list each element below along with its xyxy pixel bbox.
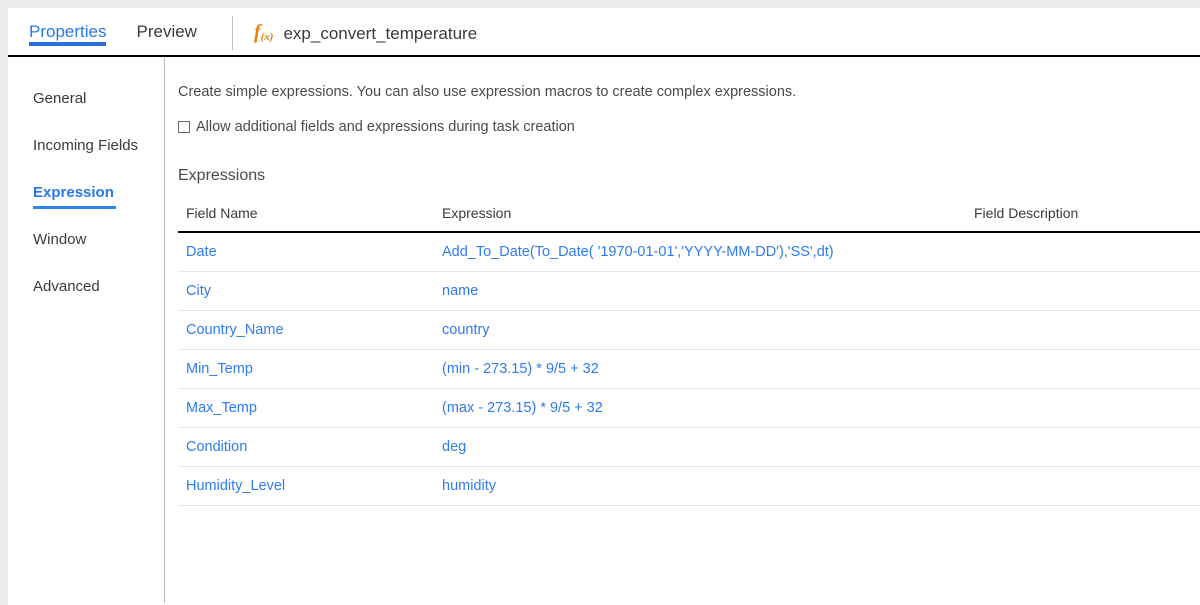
cell-field-name[interactable]: Date	[178, 232, 434, 272]
cell-field-name[interactable]: Max_Temp	[178, 388, 434, 428]
cell-field-name[interactable]: Country_Name	[178, 310, 434, 350]
sidebar-item-advanced[interactable]: Advanced	[33, 278, 100, 296]
cell-field-name[interactable]: City	[178, 271, 434, 311]
cell-field-description[interactable]	[966, 427, 1200, 467]
expressions-table-head: Field Name Expression Field Description	[178, 205, 1200, 233]
window-header: Properties Preview f(x) exp_convert_temp…	[8, 8, 1200, 57]
cell-expression[interactable]: name	[434, 271, 966, 311]
expressions-section-title: Expressions	[178, 167, 266, 184]
window-body: General Incoming Fields Expression Windo…	[8, 57, 1200, 603]
column-header-field-name[interactable]: Field Name	[178, 205, 434, 233]
fx-icon-sub: (x)	[260, 31, 274, 43]
cell-field-description[interactable]	[966, 271, 1200, 311]
sidebar-row-general: General	[8, 90, 164, 137]
sidebar-row-window: Window	[8, 231, 164, 278]
table-row[interactable]: Humidity_Level humidity	[178, 466, 1200, 506]
expressions-table-body: Date Add_To_Date(To_Date( '1970-01-01','…	[178, 232, 1200, 506]
tab-preview[interactable]: Preview	[136, 8, 196, 42]
cell-field-description[interactable]	[966, 466, 1200, 506]
cell-expression[interactable]: (max - 273.15) * 9/5 + 32	[434, 388, 966, 428]
sidebar-item-expression[interactable]: Expression	[33, 184, 116, 209]
table-row[interactable]: City name	[178, 271, 1200, 311]
table-row[interactable]: Country_Name country	[178, 310, 1200, 350]
sidebar-item-window[interactable]: Window	[33, 231, 86, 249]
function-fx-icon: f(x)	[254, 22, 274, 45]
allow-additional-fields-checkbox[interactable]	[178, 121, 190, 133]
table-header-row: Field Name Expression Field Description	[178, 205, 1200, 233]
transformation-title: f(x) exp_convert_temperature	[254, 8, 477, 45]
cell-field-name[interactable]: Min_Temp	[178, 349, 434, 389]
cell-field-name[interactable]: Humidity_Level	[178, 466, 434, 506]
table-row[interactable]: Max_Temp (max - 273.15) * 9/5 + 32	[178, 388, 1200, 428]
cell-expression[interactable]: country	[434, 310, 966, 350]
cell-expression[interactable]: deg	[434, 427, 966, 467]
sidebar-row-expression: Expression	[8, 184, 164, 231]
allow-additional-fields-row: Allow additional fields and expressions …	[178, 118, 1200, 136]
cell-expression[interactable]: humidity	[434, 466, 966, 506]
sidebar-item-general[interactable]: General	[33, 90, 86, 108]
cell-field-description[interactable]	[966, 349, 1200, 389]
tab-strip: Properties Preview f(x) exp_convert_temp…	[8, 8, 1200, 55]
settings-sidebar: General Incoming Fields Expression Windo…	[8, 57, 165, 603]
cell-field-description[interactable]	[966, 388, 1200, 428]
table-row[interactable]: Date Add_To_Date(To_Date( '1970-01-01','…	[178, 232, 1200, 272]
cell-field-description[interactable]	[966, 232, 1200, 272]
tab-properties[interactable]: Properties	[29, 8, 107, 46]
header-divider	[231, 16, 233, 50]
transformation-name: exp_convert_temperature	[283, 23, 478, 43]
cell-field-description[interactable]	[966, 310, 1200, 350]
expression-transformation-window: Properties Preview f(x) exp_convert_temp…	[8, 8, 1200, 605]
cell-expression[interactable]: Add_To_Date(To_Date( '1970-01-01','YYYY-…	[434, 232, 966, 272]
fx-icon-main: f	[253, 21, 261, 43]
sidebar-row-advanced: Advanced	[8, 278, 164, 325]
cell-field-name[interactable]: Condition	[178, 427, 434, 467]
expression-panel: Create simple expressions. You can also …	[165, 57, 1200, 603]
table-row[interactable]: Min_Temp (min - 273.15) * 9/5 + 32	[178, 349, 1200, 389]
expressions-table: Field Name Expression Field Description …	[178, 205, 1200, 506]
cell-expression[interactable]: (min - 273.15) * 9/5 + 32	[434, 349, 966, 389]
table-row[interactable]: Condition deg	[178, 427, 1200, 467]
panel-description: Create simple expressions. You can also …	[178, 84, 797, 100]
column-header-field-description[interactable]: Field Description	[966, 205, 1200, 233]
sidebar-item-incoming-fields[interactable]: Incoming Fields	[33, 137, 138, 155]
column-header-expression[interactable]: Expression	[434, 205, 966, 233]
allow-additional-fields-label: Allow additional fields and expressions …	[196, 119, 575, 135]
sidebar-row-incoming-fields: Incoming Fields	[8, 137, 164, 184]
